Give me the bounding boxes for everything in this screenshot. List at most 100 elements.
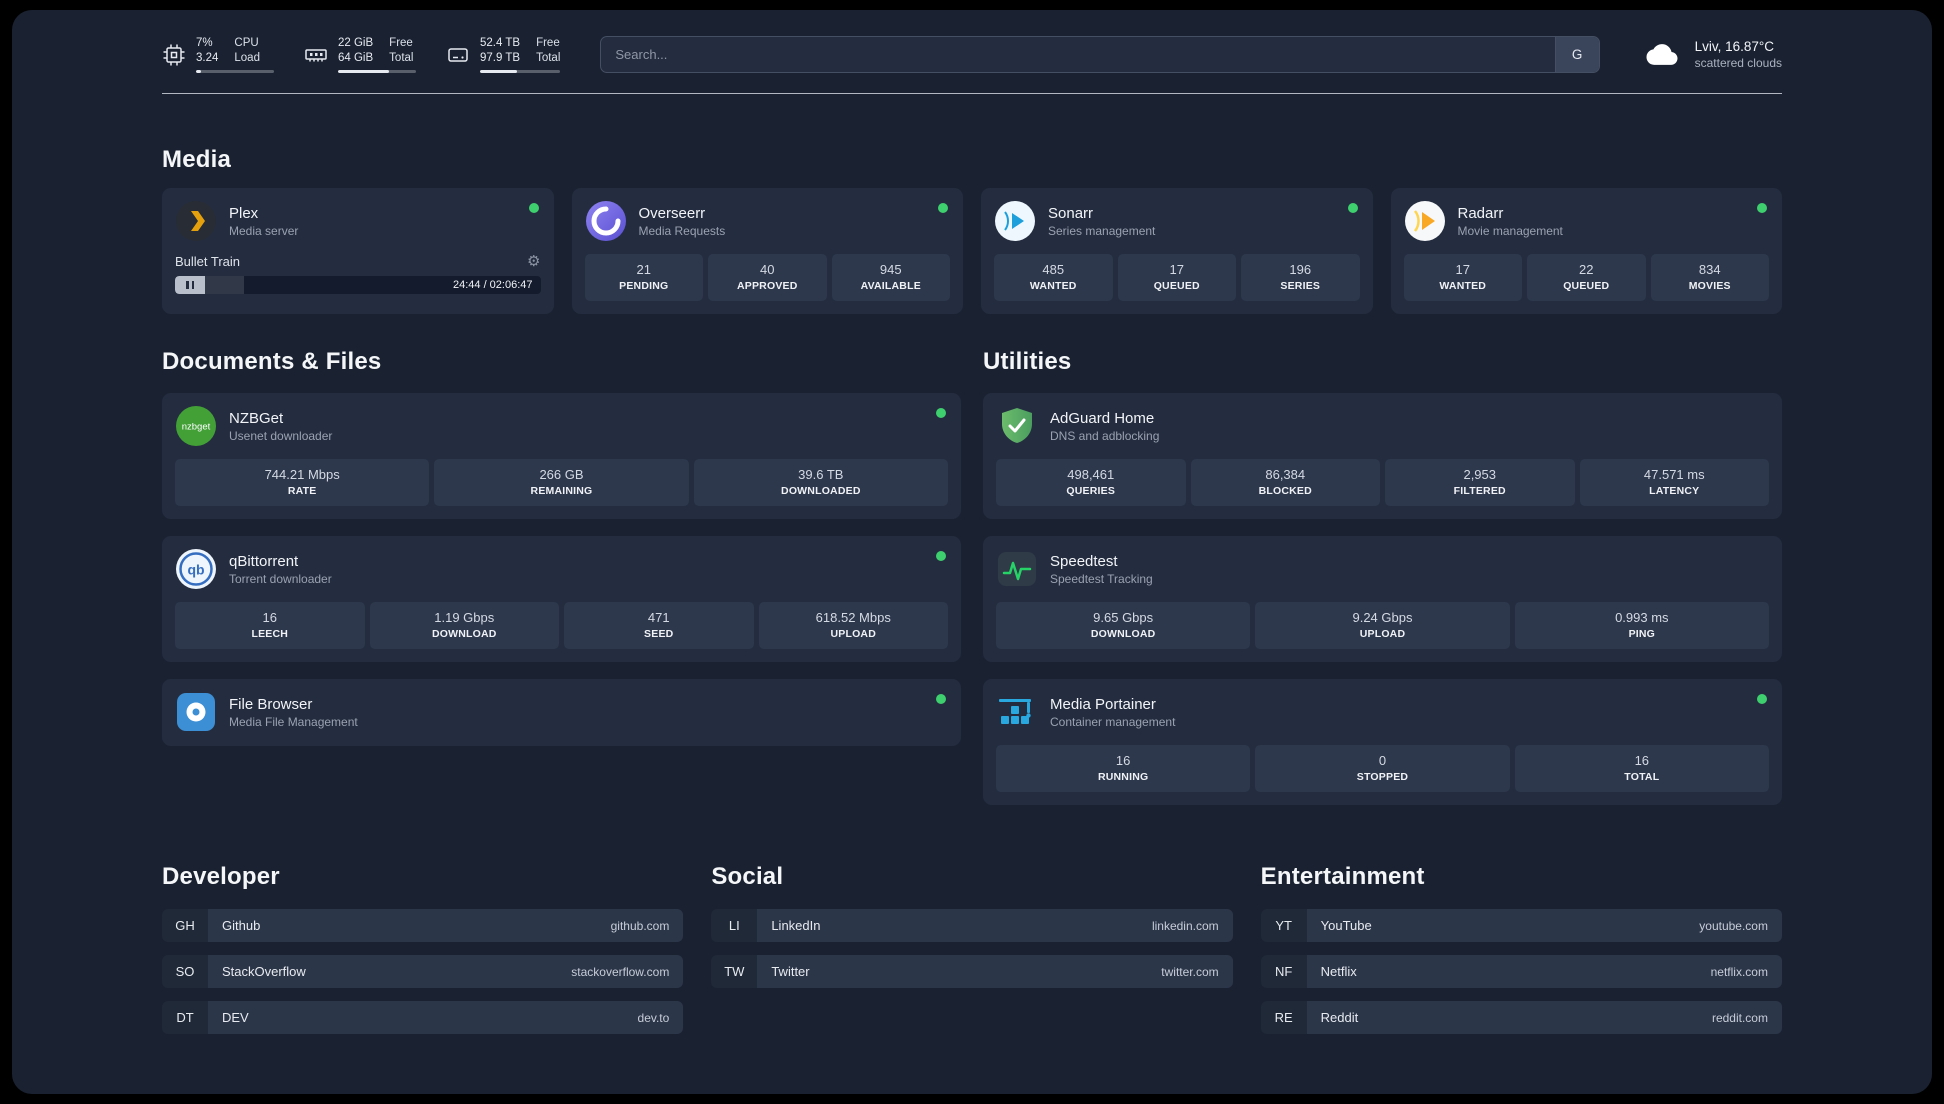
search-bar: G [600, 36, 1600, 74]
stat-tile: 40 APPROVED [708, 254, 827, 302]
service-name: File Browser [229, 695, 313, 713]
service-card-filebrowser[interactable]: File Browser Media File Management [162, 679, 961, 747]
stat-tile: 17 QUEUED [1117, 254, 1236, 302]
service-subtitle: Media Requests [638, 223, 726, 238]
service-card-speedtest[interactable]: Speedtest Speedtest Tracking 9.65 Gbps DO… [983, 536, 1782, 663]
stat-label: TOTAL [1624, 771, 1660, 784]
service-subtitle: Series management [1048, 223, 1156, 238]
bookmark-abbr: NF [1260, 955, 1307, 989]
bookmark-name: Reddit [1320, 1010, 1359, 1026]
search-provider-button[interactable]: G [1554, 37, 1599, 73]
bookmark-pill: Github github.com [208, 909, 684, 943]
stat-tile: 86,384 BLOCKED [1190, 459, 1380, 507]
service-card-nzbget[interactable]: nzbget NZBGet Usenet downloader 744.21 M… [162, 393, 961, 520]
stat-tile: 498,461 QUERIES [996, 459, 1186, 507]
stat-value: 21 [636, 262, 651, 278]
stat-label: AVAILABLE [860, 280, 921, 293]
topbar-divider [162, 93, 1782, 95]
stat-value: 744.21 Mbps [264, 467, 340, 483]
service-card-radarr[interactable]: Radarr Movie management 17 WANTED 22 QUEUED… [1390, 188, 1782, 315]
stat-value: 196 [1289, 262, 1312, 278]
stat-value: 47.571 ms [1643, 467, 1705, 483]
weather-text: Lviv, 16.87°C scattered clouds [1695, 39, 1782, 70]
service-stats: 485 WANTED 17 QUEUED 196 SERIES [994, 254, 1360, 302]
documents-column: Documents & Files nzbget NZBGet Usenet d… [162, 348, 961, 805]
status-dot [1347, 203, 1358, 214]
bookmark-url: stackoverflow.com [571, 964, 670, 979]
disk-total: 97.9 TB [480, 52, 521, 65]
plex-icon [175, 200, 217, 242]
stat-value: 17 [1455, 262, 1470, 278]
player-progress-bar[interactable]: 24:44 / 02:06:47 [175, 276, 541, 295]
search-input[interactable] [601, 37, 1555, 73]
bookmark-linkedin[interactable]: LI LinkedIn linkedin.com [711, 909, 1233, 943]
bookmark-name: DEV [222, 1010, 249, 1026]
stat-label: WANTED [1029, 280, 1077, 293]
stat-value: 9.65 Gbps [1093, 610, 1154, 626]
section-title-utilities: Utilities [983, 348, 1072, 376]
sonarr-icon [994, 200, 1036, 242]
disk-free-label: Free [536, 37, 560, 49]
stat-tile: 22 QUEUED [1527, 254, 1646, 302]
portainer-icon [996, 691, 1038, 733]
service-card-portainer[interactable]: Media Portainer Container management 16 R… [983, 679, 1782, 806]
utilities-column: Utilities AdGuard Home DNS and adblockin… [983, 348, 1782, 806]
stat-value: 498,461 [1067, 467, 1115, 483]
bookmark-twitter[interactable]: TW Twitter twitter.com [711, 955, 1233, 989]
service-card-adguard[interactable]: AdGuard Home DNS and adblocking 498,461 Q… [983, 393, 1782, 520]
disk-total-label: Total [536, 52, 561, 65]
gear-icon[interactable]: ⚙ [527, 254, 540, 269]
stat-tile: 618.52 Mbps UPLOAD [758, 602, 948, 650]
service-card-sonarr[interactable]: Sonarr Series management 485 WANTED 17 QUEU… [981, 188, 1373, 315]
stat-value: 0.993 ms [1615, 610, 1669, 626]
bookmark-stackoverflow[interactable]: SO StackOverflow stackoverflow.com [162, 955, 684, 989]
cpu-load-label: Load [234, 52, 260, 65]
bookmark-netflix[interactable]: NF Netflix netflix.com [1260, 955, 1782, 989]
stat-tile: 834 MOVIES [1650, 254, 1769, 302]
stat-label: PING [1628, 628, 1656, 641]
stat-label: MOVIES [1688, 280, 1731, 293]
bookmark-url: linkedin.com [1151, 918, 1219, 933]
service-name: AdGuard Home [1050, 409, 1155, 427]
adguard-icon [996, 405, 1038, 447]
service-subtitle: Torrent downloader [229, 571, 332, 586]
stat-value: 2,953 [1463, 467, 1497, 483]
service-name: Media Portainer [1050, 695, 1156, 713]
stat-value: 40 [760, 262, 775, 278]
pause-button[interactable] [175, 276, 205, 295]
stat-tile: 39.6 TB DOWNLOADED [693, 459, 948, 507]
bookmark-youtube[interactable]: YT YouTube youtube.com [1260, 909, 1782, 943]
stat-label: SERIES [1280, 280, 1321, 293]
service-card-qbittorrent[interactable]: qb qBittorrent Torrent downloader 16 LEEC… [162, 536, 961, 663]
service-stats: 16 LEECH 1.19 Gbps DOWNLOAD 471 SEED 618.52 Mb… [175, 602, 948, 650]
service-card-plex[interactable]: Plex Media server Bullet Train ⚙ 24:44 /… [162, 188, 554, 315]
middle-columns: Documents & Files nzbget NZBGet Usenet d… [162, 348, 1782, 806]
stat-tile: 945 AVAILABLE [831, 254, 950, 302]
service-name: Sonarr [1048, 204, 1094, 222]
stat-value: 16 [1634, 753, 1650, 769]
stat-label: LEECH [251, 628, 289, 641]
stat-tile: 471 SEED [564, 602, 754, 650]
bookmark-list-developer: GH Github github.com SO StackOverflow stackov… [162, 909, 684, 1035]
bookmark-url: youtube.com [1699, 918, 1768, 933]
weather-condition: scattered clouds [1694, 56, 1782, 71]
bookmark-group-social: Social LI LinkedIn linkedin.com TW Twitter tw… [711, 863, 1233, 1034]
stat-value: 485 [1042, 262, 1065, 278]
bookmark-reddit[interactable]: RE Reddit reddit.com [1260, 1001, 1782, 1035]
stat-label: STOPPED [1356, 771, 1409, 784]
bookmark-columns: Developer GH Github github.com SO StackOverf… [162, 863, 1782, 1035]
stat-tile: 47.571 ms LATENCY [1579, 459, 1769, 507]
bookmark-name: YouTube [1320, 918, 1372, 934]
bookmark-github[interactable]: GH Github github.com [162, 909, 684, 943]
stat-label: SEED [644, 628, 674, 641]
bookmark-abbr: SO [162, 955, 208, 989]
stat-label: RUNNING [1097, 771, 1149, 784]
section-title-entertainment: Entertainment [1260, 863, 1425, 891]
stat-label: BLOCKED [1258, 485, 1312, 498]
service-stats: 21 PENDING 40 APPROVED 945 AVAILABLE [584, 254, 950, 302]
disk-usage-bar [480, 69, 561, 74]
bookmark-url: twitter.com [1161, 964, 1219, 979]
section-title-developer: Developer [162, 863, 280, 891]
service-card-overseerr[interactable]: Overseerr Media Requests 21 PENDING 40 APPR… [571, 188, 963, 315]
bookmark-dev[interactable]: DT DEV dev.to [162, 1001, 684, 1035]
